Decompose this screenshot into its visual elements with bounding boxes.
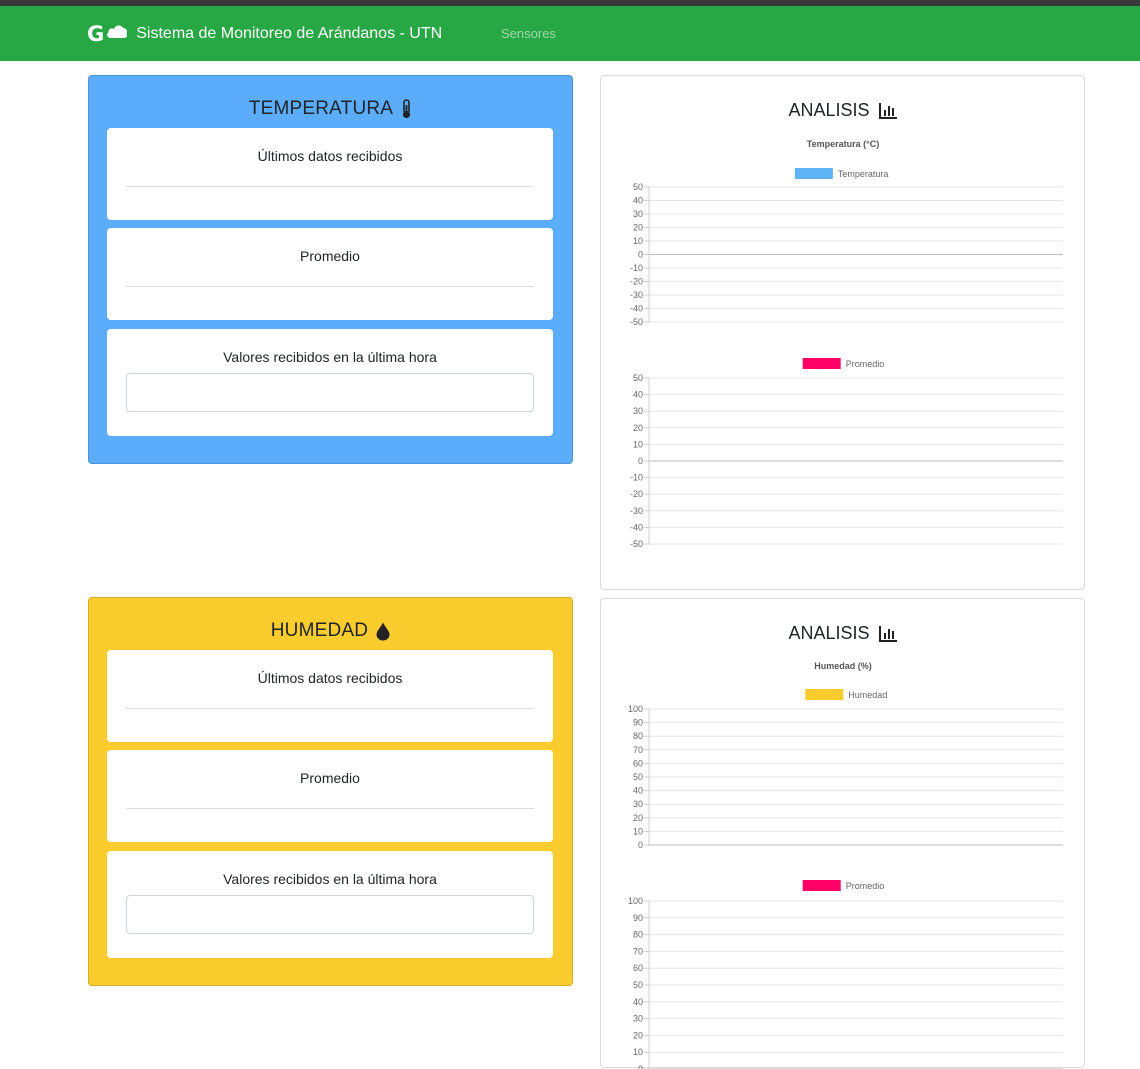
temperature-average-label: Promedio <box>300 248 360 264</box>
legend-swatch <box>794 168 833 179</box>
divider <box>126 808 534 809</box>
y-tick-label: 50 <box>633 373 643 383</box>
y-tick-label: 30 <box>633 406 643 416</box>
navbar: G Sistema de Monitoreo de Arándanos - UT… <box>0 6 1140 61</box>
y-tick-label: 20 <box>633 423 643 433</box>
brand-label: Sistema de Monitoreo de Arándanos - UTN <box>136 24 443 42</box>
temperature-last-hour-values[interactable] <box>126 373 534 412</box>
y-tick-label: 20 <box>633 1030 643 1040</box>
y-tick-label: -30 <box>630 290 643 300</box>
droplet-icon <box>376 622 390 640</box>
legend-label[interactable]: Humedad <box>848 690 887 700</box>
y-tick-label: 80 <box>633 930 643 940</box>
cloud-icon <box>106 23 128 44</box>
y-tick-label: 90 <box>633 718 643 728</box>
temperature-average-card: Promedio <box>107 228 553 320</box>
temperature-charts: Temperatura (°C) Temperatura 50 40 30 20 10 0 -1… <box>630 139 1063 549</box>
temperature-latest-card: Últimos datos recibidos <box>107 128 553 220</box>
y-tick-label: 0 <box>638 1064 643 1069</box>
humidity-title: HUMEDAD <box>270 620 369 641</box>
humidity-latest-card: Últimos datos recibidos <box>107 650 553 742</box>
y-tick-label: 60 <box>633 758 643 768</box>
humidity-analysis-panel: ANALISIS Humedad (%) Humedad 100 90 80 70 60 50… <box>600 598 1085 1069</box>
humidity-average-card: Promedio <box>107 750 553 842</box>
y-tick-label: 50 <box>633 980 643 990</box>
humidity-last-hour-card: Valores recibidos en la última hora <box>107 851 553 958</box>
y-tick-label: 40 <box>633 390 643 400</box>
y-tick-label: -20 <box>630 277 643 287</box>
temperature-last-hour-card: Valores recibidos en la última hora <box>107 329 553 436</box>
y-tick-label: 30 <box>633 799 643 809</box>
chart-title: Humedad (%) <box>814 661 872 671</box>
y-tick-label: 50 <box>633 182 643 192</box>
y-tick-label: 40 <box>633 997 643 1007</box>
temperature-latest-label: Últimos datos recibidos <box>257 148 403 164</box>
humidity-latest-label: Últimos datos recibidos <box>257 670 403 686</box>
temperature-last-hour-label: Valores recibidos en la última hora <box>223 349 437 365</box>
y-tick-label: -40 <box>630 522 643 532</box>
y-tick-label: 40 <box>633 786 643 796</box>
y-tick-label: 90 <box>633 913 643 923</box>
y-tick-label: 10 <box>633 236 643 246</box>
humidity-last-hour-values[interactable] <box>126 895 534 934</box>
y-tick-label: 20 <box>633 223 643 233</box>
y-tick-label: -30 <box>630 506 643 516</box>
y-tick-label: 30 <box>633 1014 643 1024</box>
y-tick-label: 70 <box>633 745 643 755</box>
y-tick-label: 10 <box>633 439 643 449</box>
humidity-panel: HUMEDAD Últimos datos recibidos Promedio… <box>88 597 573 986</box>
humidity-panel-title: HUMEDAD <box>89 620 572 642</box>
temperature-panel: TEMPERATURA Últimos datos recibidos Prom… <box>88 75 573 464</box>
y-tick-label: 10 <box>633 1047 643 1057</box>
divider <box>126 286 534 287</box>
y-tick-label: 20 <box>633 813 643 823</box>
brand-logo-letter: G <box>87 21 105 46</box>
y-tick-label: 30 <box>633 209 643 219</box>
y-tick-label: -10 <box>630 473 643 483</box>
legend-label[interactable]: Promedio <box>846 881 885 891</box>
y-tick-label: -40 <box>630 304 643 314</box>
legend-swatch <box>805 689 844 700</box>
divider <box>126 708 534 709</box>
y-tick-label: 60 <box>633 963 643 973</box>
y-tick-label: 0 <box>638 456 643 466</box>
y-tick-label: -50 <box>630 317 643 327</box>
y-tick-label: 0 <box>638 840 643 850</box>
nav-link-sensores[interactable]: Sensores <box>501 6 556 61</box>
y-tick-label: -10 <box>630 263 643 273</box>
y-tick-label: 50 <box>633 772 643 782</box>
chart-title: Temperatura (°C) <box>807 139 879 149</box>
legend-swatch <box>802 880 841 891</box>
y-tick-label: 10 <box>633 826 643 836</box>
legend-label[interactable]: Temperatura <box>838 169 889 179</box>
navbar-brand[interactable]: G Sistema de Monitoreo de Arándanos - UT… <box>87 6 442 61</box>
y-tick-label: 80 <box>633 731 643 741</box>
temperature-analysis-panel: ANALISIS Temperatura (°C) Temperatura 50 40… <box>600 75 1085 590</box>
legend-swatch <box>802 358 841 369</box>
divider <box>126 186 534 187</box>
legend-label[interactable]: Promedio <box>846 359 885 369</box>
thermometer-icon <box>403 99 411 119</box>
y-tick-label: 100 <box>628 704 643 714</box>
y-tick-label: -50 <box>630 539 643 549</box>
temperature-title: TEMPERATURA <box>248 98 394 119</box>
y-tick-label: 70 <box>633 946 643 956</box>
temperature-panel-title: TEMPERATURA <box>89 98 572 120</box>
y-tick-label: 0 <box>638 250 643 260</box>
y-tick-label: -20 <box>630 489 643 499</box>
humidity-average-label: Promedio <box>300 770 360 786</box>
humidity-charts: Humedad (%)Humedad1009080706050403020100… <box>628 661 1063 1069</box>
humidity-last-hour-label: Valores recibidos en la última hora <box>223 871 437 887</box>
y-tick-label: 40 <box>633 196 643 206</box>
y-tick-label: 100 <box>628 896 643 906</box>
